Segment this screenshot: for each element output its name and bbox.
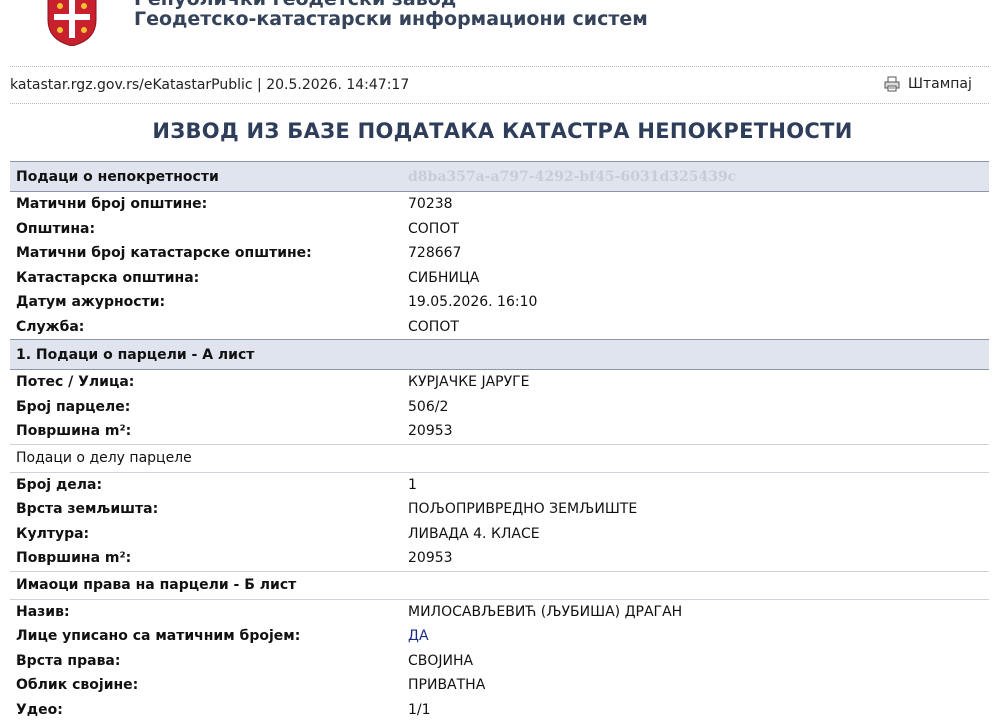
print-button[interactable]: Штампај xyxy=(884,76,972,92)
table-row: Лице уписано са матичним бројем:ДА xyxy=(10,624,989,649)
section-owners: Имаоци права на парцели - Б лист xyxy=(10,571,989,599)
table-row: Катастарска општина:СИБНИЦА xyxy=(10,266,989,291)
row-value: СОПОТ xyxy=(402,315,989,340)
registered-flag: ДА xyxy=(402,624,989,649)
row-value: СИБНИЦА xyxy=(402,266,989,291)
row-value: ЛИВАДА 4. КЛАСЕ xyxy=(402,522,989,547)
row-key: Потес / Улица: xyxy=(10,370,402,395)
table-row: Врста земљишта:ПОЉОПРИВРЕДНО ЗЕМЉИШТЕ xyxy=(10,497,989,522)
row-key: Површина m²: xyxy=(10,419,402,444)
section-parcel: 1. Подаци о парцели - А лист xyxy=(10,340,989,370)
table-row: Потес / Улица:КУРЈАЧКЕ ЈАРУГЕ xyxy=(10,370,989,395)
cadastre-extract-table: Подаци о непокретности d8ba357a-a797-429… xyxy=(10,161,989,722)
row-key: Општина: xyxy=(10,217,402,242)
row-value: СВОЈИНА xyxy=(402,649,989,674)
row-value: 20953 xyxy=(402,546,989,571)
print-label: Штампај xyxy=(908,76,972,92)
record-guid: d8ba357a-a797-4292-bf45-6031d325439c xyxy=(402,162,989,192)
row-value: 19.05.2026. 16:10 xyxy=(402,290,989,315)
row-key: Врста земљишта: xyxy=(10,497,402,522)
row-value: 20953 xyxy=(402,419,989,444)
section-title: Подаци о делу парцеле xyxy=(10,444,402,472)
table-row: Облик својине:ПРИВАТНА xyxy=(10,673,989,698)
section-empty xyxy=(402,571,989,599)
page-title: ИЗВОД ИЗ БАЗЕ ПОДАТАКА КАТАСТРА НЕПОКРЕТ… xyxy=(0,119,1005,143)
table-row: Општина:СОПОТ xyxy=(10,217,989,242)
divider-top xyxy=(10,66,989,67)
row-value: МИЛОСАВЉЕВИЋ (ЉУБИША) ДРАГАН xyxy=(402,599,989,624)
row-key: Удео: xyxy=(10,698,402,722)
row-key: Култура: xyxy=(10,522,402,547)
row-key: Површина m²: xyxy=(10,546,402,571)
table-row: Матични број општине:70238 xyxy=(10,192,989,217)
row-key: Лице уписано са матичним бројем: xyxy=(10,624,402,649)
section-empty xyxy=(402,340,989,370)
table-row: Површина m²:20953 xyxy=(10,419,989,444)
section-title: Подаци о непокретности xyxy=(10,162,402,192)
row-key: Матични број општине: xyxy=(10,192,402,217)
row-key: Датум ажурности: xyxy=(10,290,402,315)
row-value: СОПОТ xyxy=(402,217,989,242)
table-row: Број парцеле:506/2 xyxy=(10,395,989,420)
row-value: 728667 xyxy=(402,241,989,266)
row-value: 506/2 xyxy=(402,395,989,420)
row-key: Матични број катастарске општине: xyxy=(10,241,402,266)
table-row: Назив:МИЛОСАВЉЕВИЋ (ЉУБИША) ДРАГАН xyxy=(10,599,989,624)
row-key: Облик својине: xyxy=(10,673,402,698)
page-header: Републички геодетски завод Геодетско-кат… xyxy=(0,0,1005,60)
section-empty xyxy=(402,444,989,472)
section-property: Подаци о непокретности d8ba357a-a797-429… xyxy=(10,162,989,192)
row-key: Број дела: xyxy=(10,472,402,497)
table-row: Служба:СОПОТ xyxy=(10,315,989,340)
row-value: 1/1 xyxy=(402,698,989,722)
printer-icon xyxy=(884,76,900,92)
row-value: 1 xyxy=(402,472,989,497)
serbian-coat-of-arms-icon xyxy=(40,0,104,46)
row-key: Врста права: xyxy=(10,649,402,674)
section-title: Имаоци права на парцели - Б лист xyxy=(10,571,402,599)
row-value: ПОЉОПРИВРЕДНО ЗЕМЉИШТЕ xyxy=(402,497,989,522)
row-value: 70238 xyxy=(402,192,989,217)
row-key: Број парцеле: xyxy=(10,395,402,420)
table-row: Удео:1/1 xyxy=(10,698,989,722)
table-row: Култура:ЛИВАДА 4. КЛАСЕ xyxy=(10,522,989,547)
row-value: КУРЈАЧКЕ ЈАРУГЕ xyxy=(402,370,989,395)
row-key: Назив: xyxy=(10,599,402,624)
section-title: 1. Подаци о парцели - А лист xyxy=(10,340,402,370)
row-key: Катастарска општина: xyxy=(10,266,402,291)
divider-bottom xyxy=(10,103,989,104)
table-row: Врста права:СВОЈИНА xyxy=(10,649,989,674)
row-value: ПРИВАТНА xyxy=(402,673,989,698)
row-key: Служба: xyxy=(10,315,402,340)
table-row: Датум ажурности:19.05.2026. 16:10 xyxy=(10,290,989,315)
table-row: Матични број катастарске општине:728667 xyxy=(10,241,989,266)
section-parcel-part: Подаци о делу парцеле xyxy=(10,444,989,472)
table-row: Број дела:1 xyxy=(10,472,989,497)
source-and-timestamp: katastar.rgz.gov.rs/eKatastarPublic | 20… xyxy=(10,77,409,93)
org-name-line2: Геодетско-катастарски информациони систе… xyxy=(134,8,648,30)
table-row: Површина m²:20953 xyxy=(10,546,989,571)
